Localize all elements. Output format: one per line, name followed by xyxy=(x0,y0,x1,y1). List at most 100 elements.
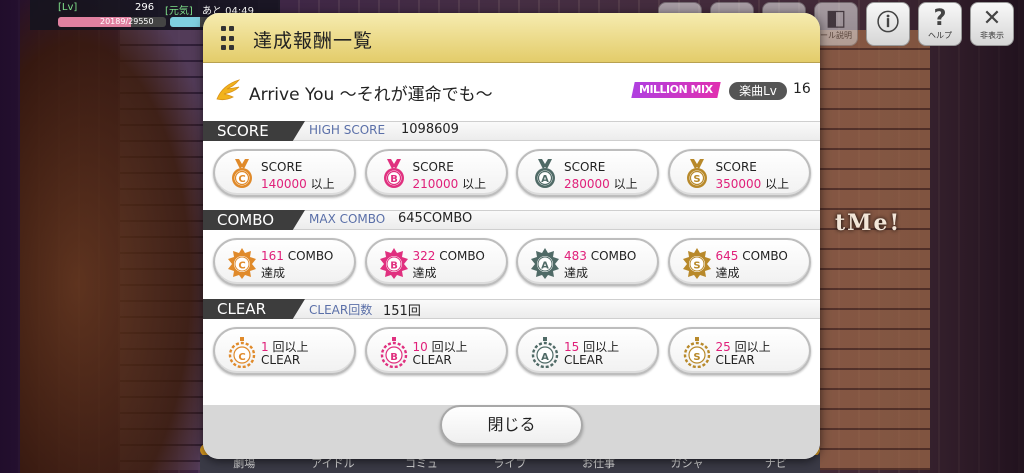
award-suffix: 以上 xyxy=(306,177,335,191)
award-condition-line2: CLEAR xyxy=(716,353,755,367)
award-line1: SCORE xyxy=(412,160,454,174)
level-label: [Lv] xyxy=(58,2,78,13)
award-condition-line1: 161 COMBO xyxy=(261,249,333,263)
award-condition-line1: SCORE xyxy=(716,160,757,174)
score-award-b[interactable]: B SCORE 210000 以上 xyxy=(364,149,508,197)
award-condition-line1: 322 COMBO xyxy=(413,249,485,263)
award-condition-line2: 達成 xyxy=(261,264,285,281)
song-title: Arrive You 〜それが運命でも〜 xyxy=(249,85,493,105)
award-suffix: 回以上 xyxy=(579,340,620,354)
combo-award-b[interactable]: B 322 COMBO 達成 xyxy=(364,238,508,286)
combo-awards: C 161 COMBO 達成 B 322 COMBO 達成 A 483 COMBO 達成 S 645… xyxy=(213,238,813,286)
award-line2: 達成 xyxy=(412,266,437,280)
clear-award-b[interactable]: B 10 回以上 CLEAR xyxy=(364,327,508,375)
help-button[interactable]: ? ヘルプ xyxy=(918,2,962,46)
award-line2: 達成 xyxy=(261,266,286,280)
svg-text:B: B xyxy=(390,174,398,185)
background-building-right xyxy=(820,30,930,470)
close-button[interactable]: 閉じる xyxy=(440,405,583,445)
award-line2: CLEAR xyxy=(412,353,452,367)
award-value: 1 xyxy=(261,340,269,354)
award-suffix: 以上 xyxy=(458,177,487,191)
info-icon: ⓘ xyxy=(876,11,899,36)
combo-award-a[interactable]: A 483 COMBO 達成 xyxy=(516,238,659,286)
rank-c-badge-icon: C xyxy=(228,248,256,279)
rank-s-gear-icon: S xyxy=(683,337,710,368)
award-condition-line1: SCORE xyxy=(261,160,302,174)
dialog-footer: 閉じる xyxy=(203,405,820,459)
clear-award-s[interactable]: S 25 回以上 CLEAR xyxy=(667,327,811,375)
award-suffix: 回以上 xyxy=(268,340,309,354)
drag-handle-icon[interactable] xyxy=(221,26,235,52)
score-award-s[interactable]: S SCORE 350000 以上 xyxy=(667,149,811,197)
rank-a-badge-icon: A xyxy=(531,248,559,279)
exp-text: 20189/29550 xyxy=(100,17,154,26)
level-value: 296 xyxy=(135,2,155,13)
dialog-title: 達成報酬一覧 xyxy=(253,30,374,52)
clear-awards: C1 回以上 CLEAR B 10 回以上 CLEAR A 15 回以上 CLEAR S 25 回… xyxy=(213,327,813,375)
song-level-value: 16 xyxy=(793,81,811,97)
score-award-c[interactable]: C SCORE 140000 以上 xyxy=(213,149,356,197)
song-level-label: 楽曲Lv xyxy=(729,82,787,100)
tutorial-label: ール説明 xyxy=(820,30,852,40)
info-button[interactable]: ⓘ xyxy=(866,2,910,46)
svg-text:A: A xyxy=(541,174,549,185)
combo-award-c[interactable]: C 161 COMBO 達成 xyxy=(213,238,356,286)
award-suffix: COMBO xyxy=(435,249,485,263)
clear-award-c[interactable]: C 1 回以上 CLEAR xyxy=(213,327,356,375)
award-suffix: 以上 xyxy=(761,177,790,191)
svg-text:A: A xyxy=(541,352,549,363)
award-condition-line2: 達成 xyxy=(413,264,437,281)
svg-text:S: S xyxy=(693,174,700,185)
section-label: SCORE xyxy=(203,121,305,141)
award-suffix: COMBO xyxy=(283,249,334,263)
svg-text:B: B xyxy=(390,261,398,272)
section-label: COMBO xyxy=(203,210,305,230)
award-suffix: COMBO xyxy=(738,249,788,263)
award-condition-line2: 280000 以上 xyxy=(564,175,638,192)
award-value: 280000 xyxy=(564,177,610,191)
help-label: ヘルプ xyxy=(928,30,952,40)
svg-text:C: C xyxy=(238,261,245,272)
svg-text:S: S xyxy=(693,261,700,272)
award-condition-line2: 達成 xyxy=(564,264,588,281)
award-condition-line1: 645 COMBO xyxy=(716,249,788,263)
rank-c-medal-icon: C xyxy=(232,159,252,188)
award-line2: 達成 xyxy=(715,266,740,280)
award-value: 483 xyxy=(564,249,587,263)
clear-count-label: CLEAR回数 xyxy=(309,303,373,317)
clear-count-value: 151回 xyxy=(383,304,421,319)
award-condition-line2: 140000 以上 xyxy=(261,175,335,192)
rank-s-medal-icon: S xyxy=(686,159,707,188)
score-awards: C SCORE 140000 以上 B SCORE 210000 以上 A SCORE 2800… xyxy=(213,149,813,197)
tutorial-icon: ◧ xyxy=(825,5,847,31)
svg-text:C: C xyxy=(238,352,245,363)
tutorial-button[interactable]: ◧ ール説明 xyxy=(814,2,858,46)
hide-button[interactable]: ✕ 非表示 xyxy=(970,2,1014,46)
clear-award-a[interactable]: A 15 回以上 CLEAR xyxy=(516,327,659,375)
award-suffix: 回以上 xyxy=(427,340,468,354)
achievement-rewards-dialog: 達成報酬一覧 Arrive You 〜それが運命でも〜 MILLION MIX … xyxy=(203,13,820,459)
dialog-header: 達成報酬一覧 xyxy=(203,13,820,63)
award-line2: CLEAR xyxy=(261,353,301,367)
award-value: 25 xyxy=(715,340,731,354)
award-suffix: COMBO xyxy=(586,249,637,263)
award-value: 210000 xyxy=(412,177,459,191)
high-score-label: HIGH SCORE xyxy=(309,123,386,137)
award-line1: SCORE xyxy=(715,160,757,174)
rank-a-medal-icon: A xyxy=(535,159,555,188)
combo-award-s[interactable]: S 645 COMBO 達成 xyxy=(667,238,811,286)
close-icon: ✕ xyxy=(982,5,1002,31)
background-sign: tMe! xyxy=(835,210,902,236)
rank-c-gear-icon: C xyxy=(228,337,256,368)
rank-b-gear-icon: B xyxy=(380,337,407,368)
score-award-a[interactable]: A SCORE 280000 以上 xyxy=(516,149,659,197)
award-condition-line1: SCORE xyxy=(564,160,605,174)
max-combo-value: 645COMBO xyxy=(398,211,473,226)
svg-text:B: B xyxy=(390,352,398,363)
award-value: 140000 xyxy=(261,177,307,191)
high-score-value: 1098609 xyxy=(401,122,459,137)
section-label: CLEAR xyxy=(203,299,305,319)
award-condition-line1: 483 COMBO xyxy=(564,249,636,263)
award-condition-line2: CLEAR xyxy=(564,353,603,367)
